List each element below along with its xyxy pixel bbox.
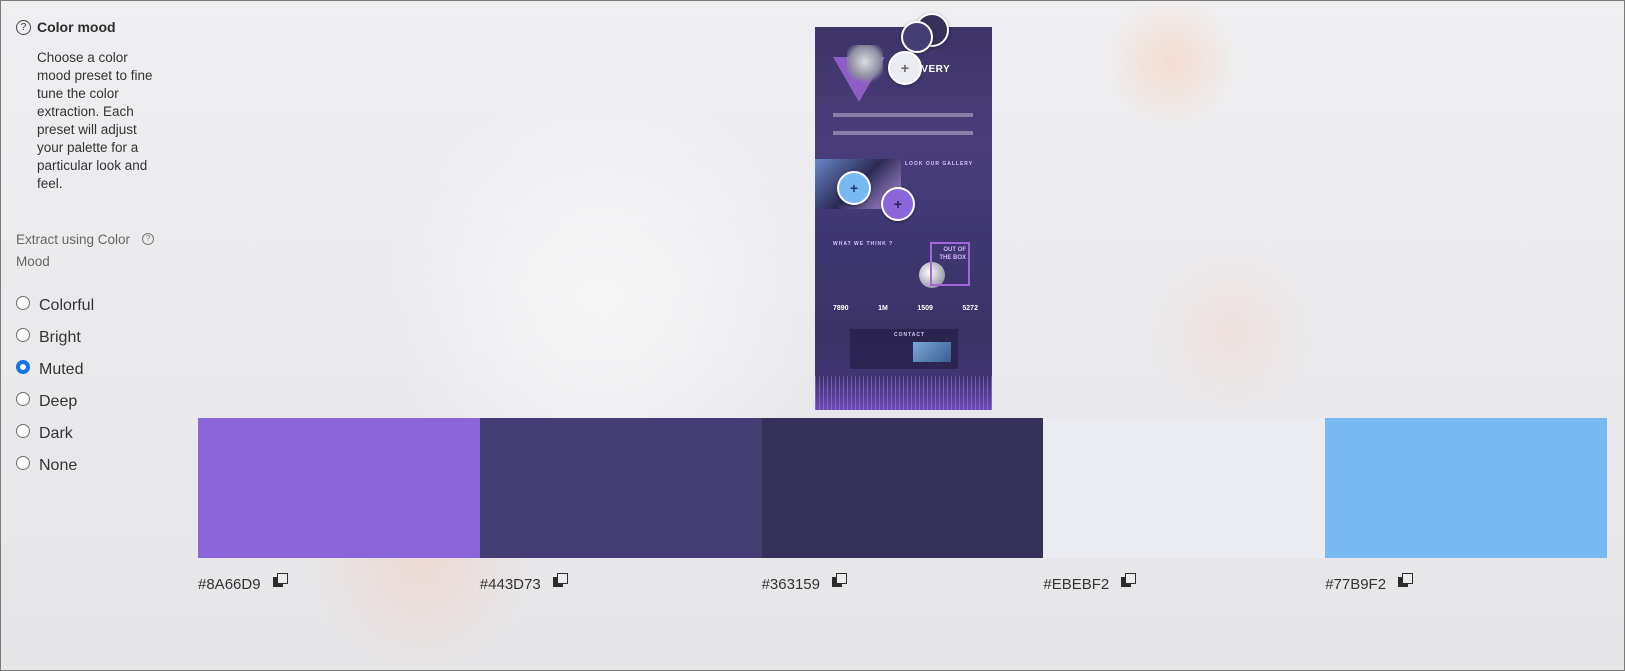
hex-code-text[interactable]: #8A66D9 bbox=[198, 576, 261, 593]
hex-code-text[interactable]: #363159 bbox=[762, 576, 820, 593]
radio-button[interactable] bbox=[16, 424, 30, 438]
color-picker-pin-2[interactable] bbox=[901, 21, 933, 53]
color-picker-pin-1[interactable]: + bbox=[881, 187, 915, 221]
color-mood-title: Color mood bbox=[37, 19, 116, 35]
preview-text-line bbox=[833, 113, 973, 117]
mood-option-colorful[interactable]: Colorful bbox=[16, 290, 94, 322]
color-swatch-3[interactable] bbox=[761, 418, 1044, 558]
hex-code-text[interactable]: #443D73 bbox=[480, 576, 541, 593]
color-mood-description: Choose a color mood preset to fine tune … bbox=[37, 50, 153, 191]
mood-option-dark[interactable]: Dark bbox=[16, 418, 94, 450]
preview-floor-graphic bbox=[815, 376, 992, 410]
extract-using-color-mood-label: Extract using Color Mood bbox=[16, 232, 131, 269]
mood-option-bright[interactable]: Bright bbox=[16, 322, 94, 354]
hex-code-row: #8A66D9 #443D73 #363159 #EBEBF2 #77B9F2 bbox=[198, 573, 1607, 593]
color-mood-header: ? Color mood bbox=[16, 19, 116, 35]
preview-gallery-title: LOOK OUR GALLERY bbox=[905, 161, 974, 167]
mood-option-muted[interactable]: Muted bbox=[16, 354, 94, 386]
copy-icon[interactable] bbox=[272, 573, 288, 588]
mood-option-label: Bright bbox=[39, 329, 81, 346]
color-swatch-4[interactable] bbox=[1043, 418, 1326, 558]
preview-stat: 7890 bbox=[833, 305, 849, 312]
mood-option-none[interactable]: None bbox=[16, 450, 94, 482]
help-icon[interactable]: ? bbox=[16, 19, 31, 35]
hex-code-text[interactable]: #77B9F2 bbox=[1325, 576, 1386, 593]
radio-button[interactable] bbox=[16, 456, 30, 470]
color-picker-pin-4[interactable]: + bbox=[888, 51, 922, 85]
info-icon[interactable]: ? bbox=[142, 233, 154, 245]
radio-button-selected[interactable] bbox=[16, 360, 30, 374]
copy-icon[interactable] bbox=[832, 573, 847, 588]
radio-button[interactable] bbox=[16, 392, 30, 406]
hex-code-item: #EBEBF2 bbox=[1043, 573, 1325, 593]
color-mood-radio-group: Colorful Bright Muted Deep Dark None bbox=[16, 290, 94, 482]
preview-stat: 1509 bbox=[917, 305, 933, 312]
mood-option-label: Muted bbox=[39, 361, 84, 378]
color-picker-pin-5[interactable]: + bbox=[837, 171, 871, 205]
mood-option-label: None bbox=[39, 457, 78, 474]
color-swatch-5[interactable] bbox=[1325, 418, 1607, 558]
hex-code-item: #363159 bbox=[762, 573, 1044, 593]
color-palette bbox=[198, 418, 1607, 558]
color-swatch-2[interactable] bbox=[479, 418, 762, 558]
preview-stats: 7890 1M 1509 5272 bbox=[833, 305, 978, 312]
mood-option-label: Dark bbox=[39, 425, 73, 442]
preview-text-line bbox=[833, 131, 973, 135]
mood-option-deep[interactable]: Deep bbox=[16, 386, 94, 418]
preview-stat: 1M bbox=[878, 305, 888, 312]
hex-code-item: #443D73 bbox=[480, 573, 762, 593]
mood-option-label: Colorful bbox=[39, 297, 95, 314]
radio-button[interactable] bbox=[16, 296, 30, 310]
hex-code-item: #8A66D9 bbox=[198, 573, 480, 593]
radio-button[interactable] bbox=[16, 328, 30, 342]
preview-contact-title: CONTACT bbox=[894, 332, 926, 338]
hex-code-item: #77B9F2 bbox=[1325, 573, 1607, 593]
color-extraction-panel: ? Color mood Choose a color mood preset … bbox=[0, 0, 1625, 671]
color-mood-sidebar: ? Color mood Choose a color mood preset … bbox=[1, 1, 191, 670]
preview-out-of-box: OUT OF THE BOX bbox=[930, 242, 970, 286]
preview-stat: 5272 bbox=[962, 305, 978, 312]
copy-icon[interactable] bbox=[552, 573, 568, 588]
preview-section-title: WHAT WE THINK ? bbox=[833, 241, 894, 247]
astronaut-graphic bbox=[847, 45, 883, 87]
copy-icon[interactable] bbox=[1121, 573, 1137, 588]
building-graphic bbox=[913, 342, 951, 362]
color-swatch-1[interactable] bbox=[198, 418, 480, 558]
hex-code-text[interactable]: #EBEBF2 bbox=[1043, 576, 1109, 593]
copy-icon[interactable] bbox=[1398, 573, 1414, 588]
mood-option-label: Deep bbox=[39, 393, 78, 410]
